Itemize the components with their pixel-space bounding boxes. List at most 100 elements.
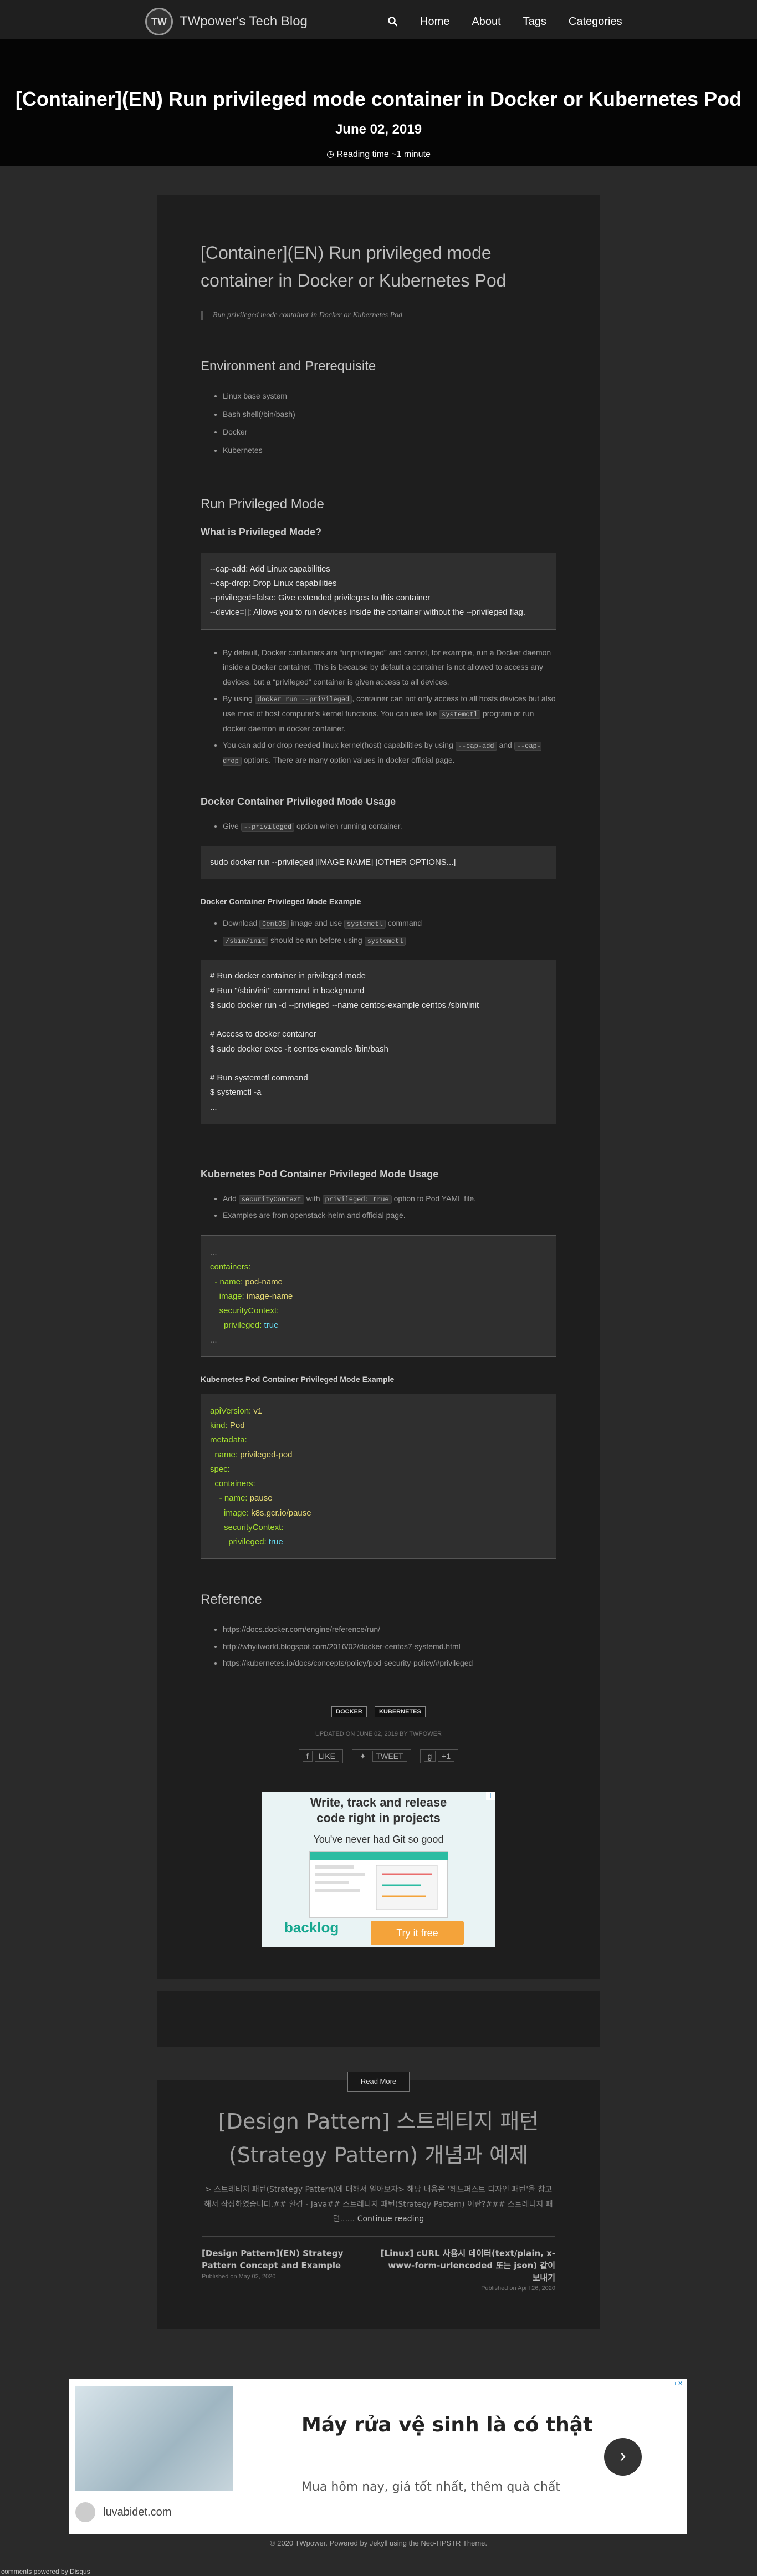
list-item: Examples are from openstack-helm and off…: [223, 1208, 556, 1223]
nav-links: Home About Tags Categories: [388, 0, 622, 43]
chevron-right-icon[interactable]: ›: [604, 2438, 642, 2476]
ad-image: [75, 2386, 233, 2491]
twitter-icon: ✦: [355, 1750, 370, 1762]
ad-domain: luvabidet.com: [75, 2502, 171, 2522]
inline-code: securityContext: [238, 1195, 304, 1204]
next-post[interactable]: [Linux] cURL 사용시 데이터(text/plain, x-www-f…: [378, 2248, 555, 2292]
prev-post[interactable]: [Design Pattern](EN) Strategy Pattern Co…: [202, 2248, 379, 2280]
list-item: You can add or drop needed linux kernel(…: [223, 738, 556, 767]
ad-banner-bottom[interactable]: Máy rửa vệ sinh là có thật Mua hôm nay, …: [69, 2379, 687, 2534]
inline-code: privileged: true: [322, 1195, 392, 1204]
brand-logo[interactable]: TW: [145, 8, 173, 35]
nav-about[interactable]: About: [472, 16, 500, 28]
reference-heading: Reference: [201, 1592, 262, 1608]
ad-subtitle: You've never had Git so good: [313, 1834, 444, 1845]
inline-code: --cap-add: [455, 742, 497, 751]
list-item: Download CentOS image and use systemctl …: [223, 916, 556, 931]
ad-bottom-title: Máy rửa vệ sinh là có thật: [301, 2414, 593, 2436]
tag-docker[interactable]: DOCKER: [331, 1706, 367, 1718]
brand[interactable]: TW TWpower's Tech Blog: [145, 8, 308, 35]
docker-example-code: # Run docker container in privileged mod…: [201, 960, 556, 1124]
prev-post-date: Published on May 02, 2020: [202, 2273, 276, 2280]
facebook-icon: f: [302, 1750, 313, 1762]
nav-home[interactable]: Home: [420, 16, 449, 28]
docker-usage-list: Give --privileged option when running co…: [201, 819, 556, 834]
list-item: Kubernetes: [223, 443, 556, 458]
env-list: Linux base system Bash shell(/bin/bash) …: [201, 389, 556, 457]
gplus-button[interactable]: g +1: [420, 1749, 459, 1763]
navbar: TW TWpower's Tech Blog Home About Tags C…: [0, 0, 757, 39]
list-item: Linux base system: [223, 389, 556, 404]
ad-title: Write, track and release code right in pr…: [310, 1795, 447, 1825]
docker-usage-heading: Docker Container Privileged Mode Usage: [201, 796, 396, 808]
hero-date: June 02, 2019: [335, 122, 422, 137]
caps-code-block: --cap-add: Add Linux capabilities --cap-…: [201, 552, 556, 630]
disqus-credit[interactable]: comments powered by Disqus: [1, 2568, 90, 2575]
updated-info: UPDATED ON JUNE 02, 2019 BY TWPOWER: [315, 1730, 442, 1737]
next-post-title[interactable]: [Linux] cURL 사용시 데이터(text/plain, x-www-f…: [378, 2248, 555, 2284]
inline-code: systemctl: [344, 920, 386, 929]
post-content: [Container](EN) Run privileged mode cont…: [201, 239, 556, 1763]
ad-cta-button[interactable]: Try it free: [371, 1921, 464, 1945]
search-icon[interactable]: [388, 17, 398, 27]
run-heading: Run Privileged Mode: [201, 496, 324, 512]
inline-code: --privileged: [241, 823, 295, 832]
continue-reading-link[interactable]: Continue reading: [357, 2215, 424, 2223]
preview-title[interactable]: [Design Pattern] 스트레티지 패턴(Strategy Patte…: [202, 2105, 555, 2172]
k8s-example-code: apiVersion: v1 kind: Pod metadata: name:…: [201, 1393, 556, 1559]
reference-link[interactable]: https://kubernetes.io/docs/concepts/poli…: [223, 1656, 556, 1671]
post-subtitle: Run privileged mode container in Docker …: [201, 311, 556, 320]
like-button[interactable]: f LIKE: [298, 1749, 343, 1763]
hero: [Container](EN) Run privileged mode cont…: [0, 39, 757, 166]
k8s-usage-list: Add securityContext with privileged: tru…: [201, 1191, 556, 1223]
docker-example-list: Download CentOS image and use systemctl …: [201, 916, 556, 947]
ad-bottom-subtitle: Mua hôm nay, giá tốt nhất, thêm quà chất: [301, 2480, 560, 2494]
tweet-button[interactable]: ✦ TWEET: [351, 1749, 411, 1763]
list-item: By using docker run --privileged, contai…: [223, 691, 556, 736]
inline-code: systemctl: [439, 710, 480, 719]
list-item: Docker: [223, 425, 556, 440]
privileged-bullets: By default, Docker containers are “unpri…: [201, 645, 556, 768]
ad-banner[interactable]: Write, track and release code right in pr…: [262, 1792, 495, 1947]
next-post-date: Published on April 26, 2020: [481, 2285, 555, 2292]
reference-link[interactable]: https://docs.docker.com/engine/reference…: [223, 1622, 556, 1637]
nav-tags[interactable]: Tags: [523, 16, 546, 28]
k8s-snippet-code: ... containers: - name: pod-name image: …: [201, 1235, 556, 1357]
docker-usage-code: sudo docker run --privileged [IMAGE NAME…: [201, 845, 556, 880]
reference-list: https://docs.docker.com/engine/reference…: [201, 1622, 556, 1671]
nav-categories[interactable]: Categories: [569, 16, 622, 28]
list-item: Give --privileged option when running co…: [223, 819, 556, 834]
favicon-icon: [75, 2502, 95, 2522]
ad-screenshot: [309, 1851, 448, 1918]
tags: DOCKER KUBERNETES: [201, 1704, 556, 1718]
prev-post-title[interactable]: [Design Pattern](EN) Strategy Pattern Co…: [202, 2248, 379, 2272]
google-plus-icon: g: [423, 1750, 436, 1762]
env-heading: Environment and Prerequisite: [201, 359, 376, 374]
read-more-button[interactable]: Read More: [347, 2072, 410, 2092]
footer: © 2020 TWpower. Powered by Jekyll using …: [269, 2539, 488, 2547]
inline-code: docker run --privileged: [254, 695, 352, 705]
inline-code: /sbin/init: [223, 936, 269, 946]
reference-link[interactable]: http://whyitworld.blogspot.com/2016/02/d…: [223, 1639, 556, 1654]
ad-brand: backlog: [284, 1919, 339, 1936]
what-heading: What is Privileged Mode?: [201, 526, 322, 538]
post-card: [Container](EN) Run privileged mode cont…: [157, 195, 600, 1979]
tag-kubernetes[interactable]: KUBERNETES: [375, 1706, 426, 1718]
list-item: Bash shell(/bin/bash): [223, 407, 556, 422]
brand-title[interactable]: TWpower's Tech Blog: [180, 14, 308, 29]
social-buttons: f LIKE ✦ TWEET g +1: [201, 1749, 556, 1763]
k8s-usage-heading: Kubernetes Pod Container Privileged Mode…: [201, 1168, 439, 1180]
ad-info-icon[interactable]: i: [486, 1792, 495, 1800]
reading-time-text: Reading time ~1 minute: [336, 150, 431, 159]
preview-excerpt: > 스트레티지 패턴(Strategy Pattern)에 대해서 알아보자> …: [204, 2185, 553, 2224]
prev-next-nav: [Design Pattern](EN) Strategy Pattern Co…: [202, 2236, 555, 2292]
preview-card: [Design Pattern] 스트레티지 패턴(Strategy Patte…: [157, 2080, 600, 2329]
list-item: Add securityContext with privileged: tru…: [223, 1191, 556, 1206]
inline-code: CentOS: [259, 920, 289, 929]
ad-info-icon[interactable]: i ✕: [671, 2379, 687, 2388]
inline-code: systemctl: [364, 936, 406, 946]
comments-card: [157, 1991, 600, 2047]
list-item: By default, Docker containers are “unpri…: [223, 645, 556, 690]
docker-example-heading: Docker Container Privileged Mode Example: [201, 897, 361, 906]
k8s-example-heading: Kubernetes Pod Container Privileged Mode…: [201, 1374, 395, 1384]
